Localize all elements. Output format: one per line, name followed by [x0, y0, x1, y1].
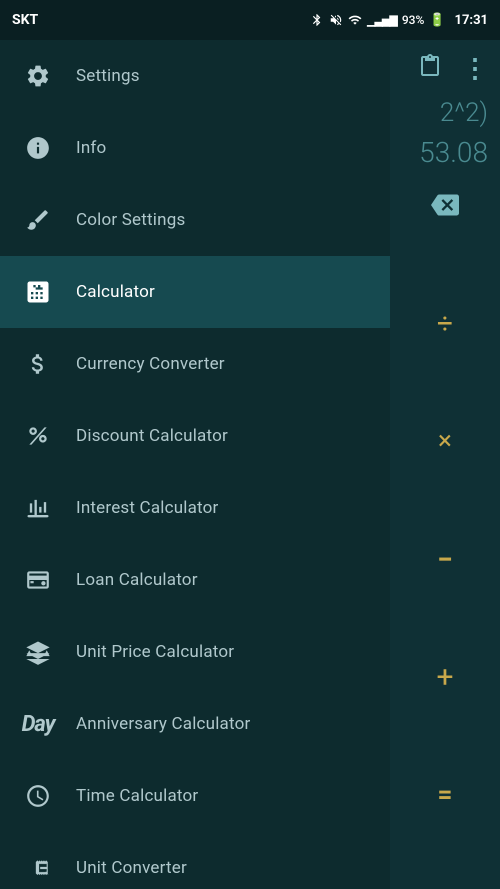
right-top-bar: ⋮: [390, 40, 500, 98]
interest-calculator-label: Interest Calculator: [76, 498, 219, 518]
sidebar-item-unit-price-calculator[interactable]: Unit Price Calculator: [0, 616, 390, 688]
ruler-icon: [20, 850, 56, 886]
discount-calculator-label: Discount Calculator: [76, 426, 228, 446]
bluetooth-icon: [310, 13, 324, 27]
sidebar-item-interest-calculator[interactable]: Interest Calculator: [0, 472, 390, 544]
calc-display: 2^2) 53.08: [390, 98, 500, 169]
more-icon[interactable]: ⋮: [458, 50, 492, 88]
clipboard-icon[interactable]: [414, 50, 446, 88]
main-container: Settings Info Color Settings: [0, 40, 500, 889]
carrier-label: SKT: [12, 12, 38, 28]
sidebar-item-info[interactable]: Info: [0, 112, 390, 184]
calculator-icon: [20, 274, 56, 310]
status-bar: SKT ▁▃▅▇ 93% 🔋 17:31: [0, 0, 500, 40]
loan-icon: [20, 562, 56, 598]
color-settings-label: Color Settings: [76, 210, 185, 230]
sidebar-item-settings[interactable]: Settings: [0, 40, 390, 112]
calculator-label: Calculator: [76, 282, 155, 302]
day-icon: Day: [20, 706, 56, 742]
settings-label: Settings: [76, 66, 140, 86]
info-icon: [20, 130, 56, 166]
palette-icon: [20, 202, 56, 238]
drawer-menu: Settings Info Color Settings: [0, 40, 390, 889]
signal-icon: ▁▃▅▇: [367, 14, 397, 27]
right-panel: ⋮ 2^2) 53.08 ÷ × −: [390, 40, 500, 889]
battery-label: 93%: [402, 13, 424, 27]
currency-converter-label: Currency Converter: [76, 354, 225, 374]
gear-icon: [20, 58, 56, 94]
unit-converter-label: Unit Converter: [76, 858, 187, 878]
wifi-icon: [348, 13, 362, 27]
sidebar-item-anniversary-calculator[interactable]: Day Anniversary Calculator: [0, 688, 390, 760]
sidebar-item-unit-converter[interactable]: Unit Converter: [0, 832, 390, 889]
equals-button[interactable]: =: [419, 769, 471, 821]
dollar-icon: [20, 346, 56, 382]
time-calculator-label: Time Calculator: [76, 786, 198, 806]
mute-icon: [329, 13, 343, 27]
calc-result: 53.08: [402, 136, 488, 169]
time-label: 17:31: [455, 13, 489, 28]
interest-icon: [20, 490, 56, 526]
sidebar-item-currency-converter[interactable]: Currency Converter: [0, 328, 390, 400]
divide-button[interactable]: ÷: [419, 297, 471, 349]
sidebar-item-discount-calculator[interactable]: Discount Calculator: [0, 400, 390, 472]
plus-button[interactable]: +: [419, 651, 471, 703]
unit-price-calculator-label: Unit Price Calculator: [76, 642, 234, 662]
scale-icon: [20, 634, 56, 670]
calc-expression: 2^2): [402, 98, 488, 128]
sidebar-item-calculator[interactable]: Calculator: [0, 256, 390, 328]
status-right: ▁▃▅▇ 93% 🔋 17:31: [310, 13, 488, 28]
anniversary-calculator-label: Anniversary Calculator: [76, 714, 250, 734]
sidebar-item-time-calculator[interactable]: Time Calculator: [0, 760, 390, 832]
clock-icon: [20, 778, 56, 814]
percent-icon: [20, 418, 56, 454]
sidebar-item-color-settings[interactable]: Color Settings: [0, 184, 390, 256]
minus-button[interactable]: −: [419, 533, 471, 585]
loan-calculator-label: Loan Calculator: [76, 570, 198, 590]
battery-icon: 🔋: [429, 13, 445, 28]
info-label: Info: [76, 138, 106, 158]
sidebar-item-loan-calculator[interactable]: Loan Calculator: [0, 544, 390, 616]
backspace-button[interactable]: [419, 179, 471, 231]
multiply-button[interactable]: ×: [419, 415, 471, 467]
calc-button-area: ÷ × − + =: [390, 169, 500, 889]
